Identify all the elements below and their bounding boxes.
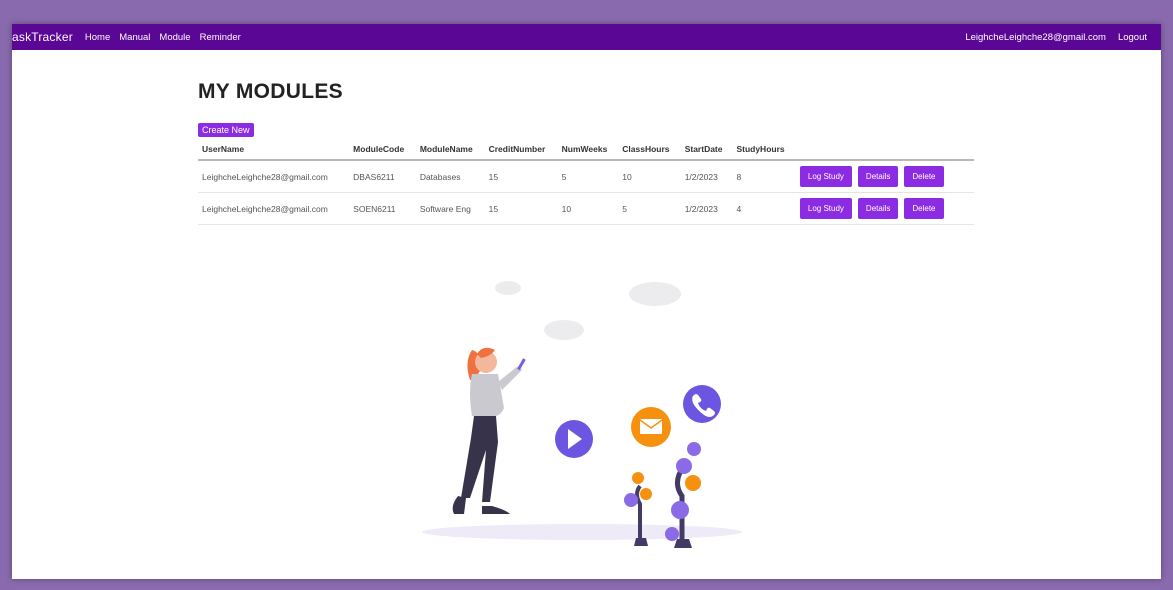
cell-modulecode: SOEN6211 <box>349 192 416 225</box>
cell-modulecode: DBAS6211 <box>349 160 416 193</box>
brand-logo[interactable]: askTracker <box>12 30 73 44</box>
ground-shadow <box>422 524 742 540</box>
create-new-button[interactable]: Create New <box>198 123 254 137</box>
header-classhours: ClassHours <box>618 140 681 161</box>
cell-startdate: 1/2/2023 <box>680 192 733 225</box>
header-startdate: StartDate <box>680 140 733 161</box>
details-button[interactable]: Details <box>857 166 899 187</box>
illustration <box>422 281 742 548</box>
header-studyhours: StudyHours <box>732 140 796 161</box>
cloud-icon <box>495 281 681 340</box>
person-figure <box>452 347 526 514</box>
table-row: LeighcheLeighche28@gmail.com SOEN6211 So… <box>198 192 974 225</box>
cell-classhours: 5 <box>618 192 681 225</box>
nav-module[interactable]: Module <box>159 32 190 43</box>
user-email-link[interactable]: LeighcheLeighche28@gmail.com <box>965 32 1106 43</box>
page-title: MY MODULES <box>198 80 343 103</box>
cell-actions: Log Study Details Delete <box>795 192 974 225</box>
cell-studyhours: 8 <box>732 160 796 193</box>
cell-startdate: 1/2/2023 <box>680 160 733 193</box>
nav-manual[interactable]: Manual <box>119 32 150 43</box>
header-actions <box>795 140 974 161</box>
cell-creditnumber: 15 <box>484 192 558 225</box>
header-username: UserName <box>198 140 350 161</box>
cell-modulename: Databases <box>415 160 485 193</box>
cell-numweeks: 10 <box>557 192 619 225</box>
cell-modulename: Software Eng <box>415 192 485 225</box>
cell-numweeks: 5 <box>557 160 619 193</box>
cell-studyhours: 4 <box>732 192 796 225</box>
play-icon <box>555 420 593 458</box>
table-header-row: UserName ModuleCode ModuleName CreditNum… <box>198 140 974 161</box>
header-creditnumber: CreditNumber <box>484 140 558 161</box>
table-row: LeighcheLeighche28@gmail.com DBAS6211 Da… <box>198 160 974 193</box>
cell-classhours: 10 <box>618 160 681 193</box>
nav-reminder[interactable]: Reminder <box>200 32 241 43</box>
cell-username: LeighcheLeighche28@gmail.com <box>198 192 350 225</box>
delete-button[interactable]: Delete <box>904 198 944 219</box>
navbar: askTracker Home Manual Module Reminder L… <box>12 24 1161 50</box>
log-study-button[interactable]: Log Study <box>799 198 852 219</box>
nav-home[interactable]: Home <box>85 32 110 43</box>
app-window: askTracker Home Manual Module Reminder L… <box>12 24 1161 579</box>
details-button[interactable]: Details <box>857 198 899 219</box>
cell-creditnumber: 15 <box>484 160 558 193</box>
mail-icon <box>631 407 671 447</box>
header-modulecode: ModuleCode <box>349 140 416 161</box>
modules-table: UserName ModuleCode ModuleName CreditNum… <box>198 140 974 225</box>
header-modulename: ModuleName <box>415 140 485 161</box>
phone-icon <box>683 385 721 423</box>
header-numweeks: NumWeeks <box>557 140 619 161</box>
delete-button[interactable]: Delete <box>904 166 944 187</box>
nav-right: LeighcheLeighche28@gmail.com Logout <box>953 32 1161 43</box>
logout-link[interactable]: Logout <box>1118 32 1147 43</box>
log-study-button[interactable]: Log Study <box>799 166 852 187</box>
cell-username: LeighcheLeighche28@gmail.com <box>198 160 350 193</box>
cell-actions: Log Study Details Delete <box>795 160 974 193</box>
